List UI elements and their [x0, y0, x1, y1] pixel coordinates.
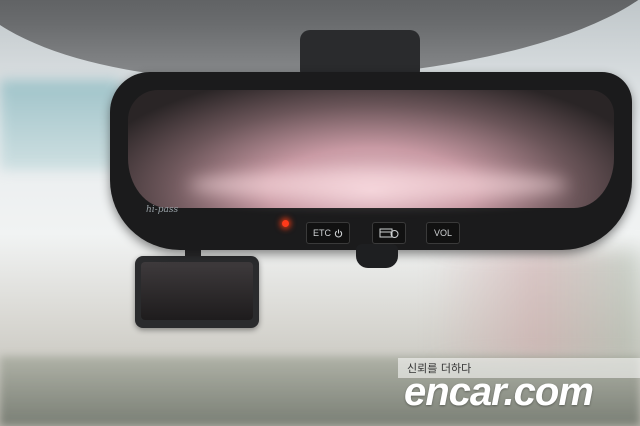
window-sky [0, 80, 120, 170]
photo-scene: hi-pass ETC VOL 신뢰를 더하다 encar.com [0, 0, 640, 426]
card-icon [379, 228, 399, 238]
background-blur [430, 250, 640, 360]
vol-label: VOL [433, 228, 452, 238]
dashcam-screen [141, 262, 253, 320]
mirror-stem [356, 244, 398, 268]
power-icon [334, 228, 343, 237]
status-led [282, 220, 289, 227]
watermark-logo: encar.com [404, 370, 594, 414]
etc-label: ETC [313, 228, 331, 238]
hipass-brand-label: hi-pass [146, 205, 179, 215]
rearview-mirror: hi-pass ETC VOL [110, 72, 632, 250]
mirror-reflection [188, 170, 568, 200]
dashcam [135, 256, 259, 328]
etc-button[interactable]: ETC [306, 222, 350, 244]
volume-button[interactable]: VOL [426, 222, 460, 244]
mirror-glass [128, 90, 614, 208]
card-button[interactable] [372, 222, 406, 244]
